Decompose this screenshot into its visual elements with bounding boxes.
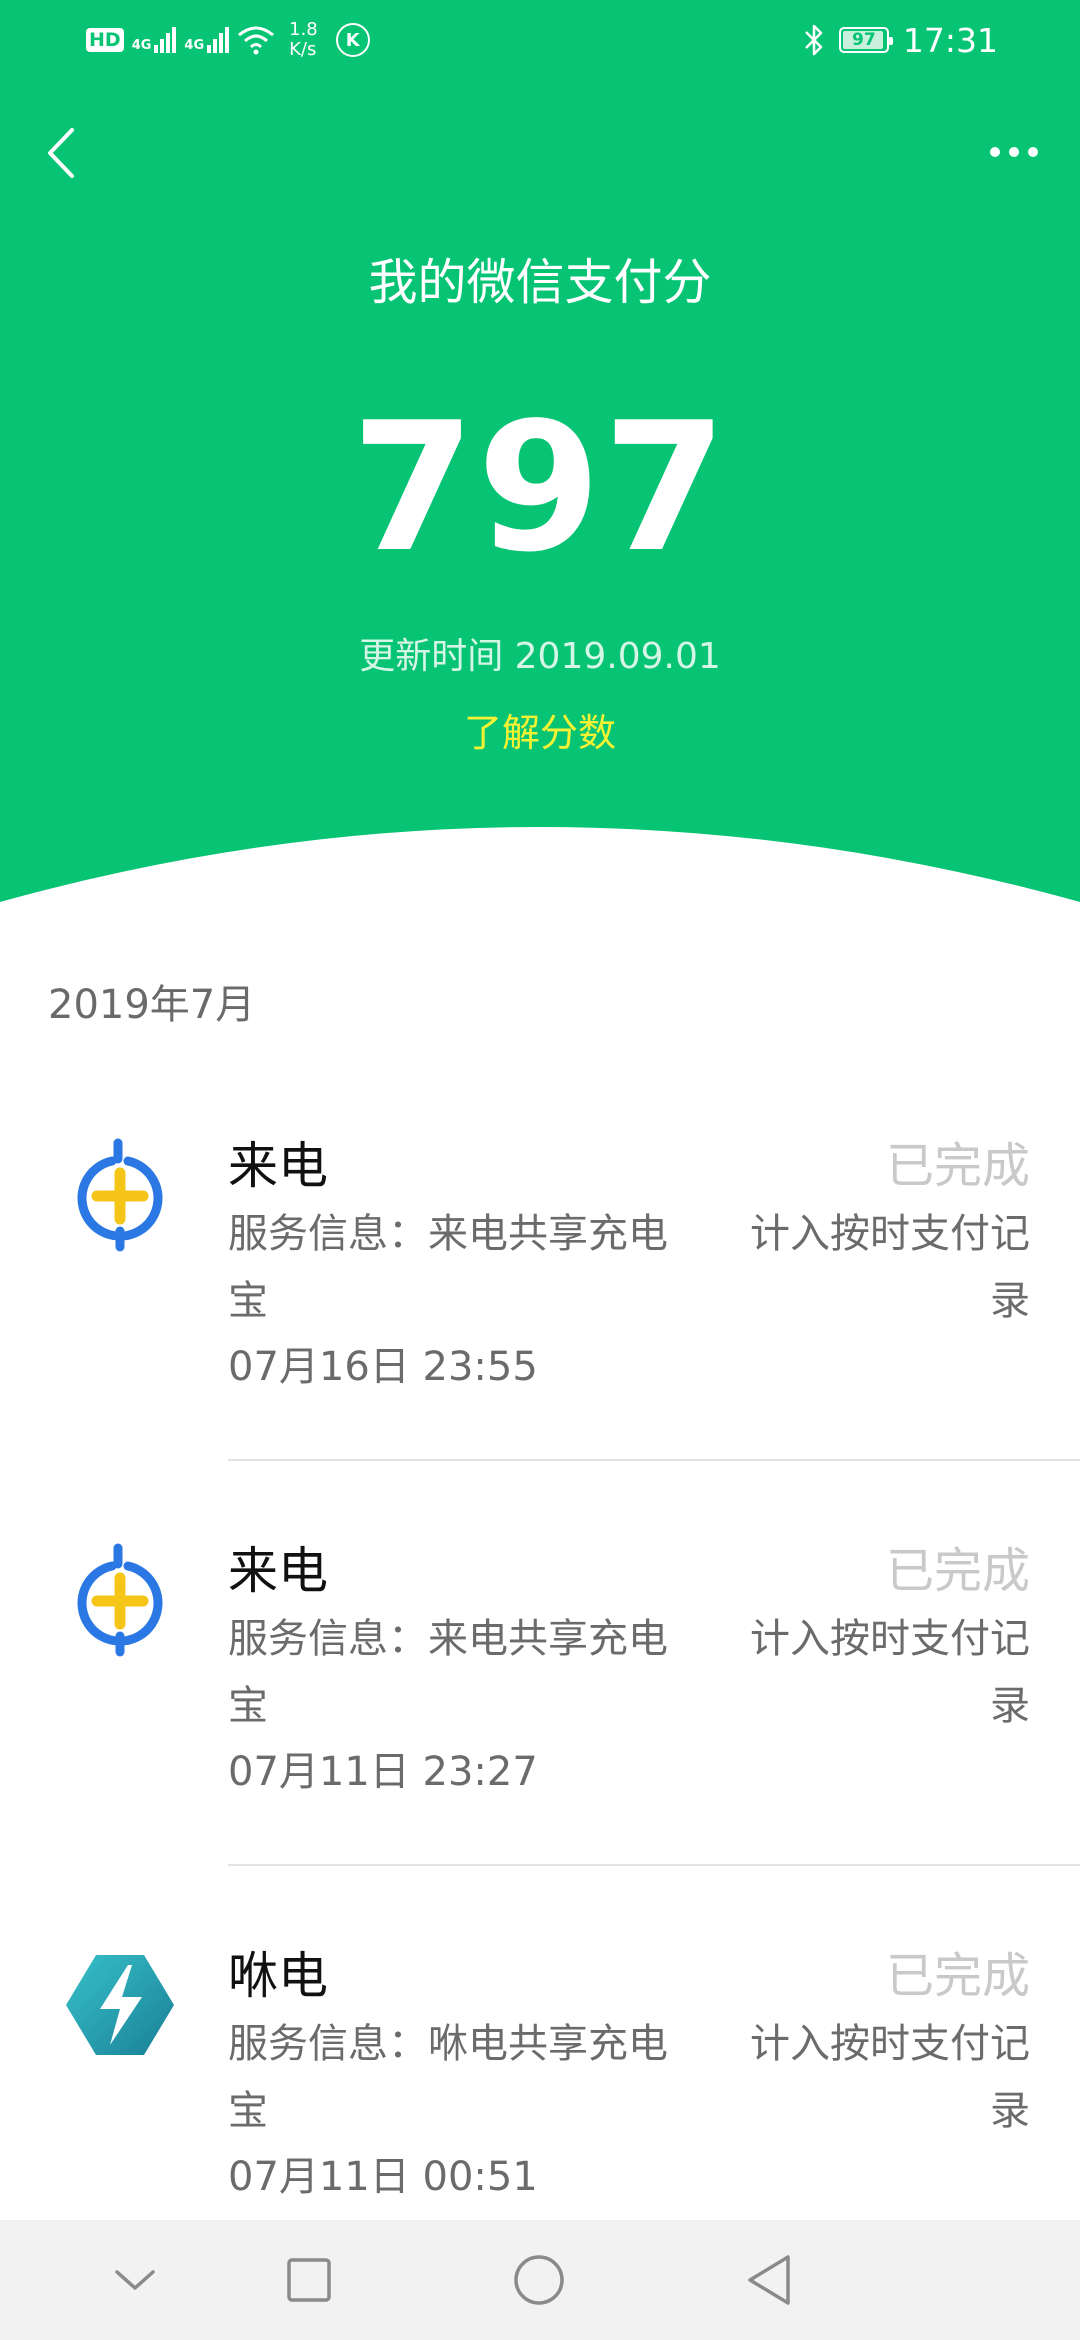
battery-icon: 97	[838, 27, 893, 53]
signal-icon: 4G	[132, 27, 177, 53]
system-nav-bar	[0, 2220, 1080, 2340]
status-bar: HD 4G 4G 1.8 K/s K 97 17:31	[0, 0, 1080, 80]
record-time: 07月11日 23:27	[228, 1749, 538, 1795]
status-badge: 已完成	[885, 1948, 1030, 2004]
dot-icon	[1009, 147, 1019, 157]
hd-badge: HD	[86, 28, 124, 52]
dot-icon	[990, 147, 1000, 157]
clock: 17:31	[902, 20, 998, 60]
more-options-button[interactable]	[982, 130, 1046, 174]
laidian-plus-icon	[77, 1138, 163, 1252]
month-header: 2019年7月	[48, 982, 256, 1028]
collapse-button[interactable]	[105, 2250, 165, 2310]
wifi-icon	[238, 26, 275, 55]
network-speed: 1.8 K/s	[289, 19, 318, 60]
service-info: 服务信息：来电共享充电 宝	[228, 1616, 668, 1729]
laidian-plus-icon	[77, 1543, 163, 1657]
circle-home-icon	[514, 2255, 564, 2305]
payment-note: 计入按时支付记 录	[750, 1211, 1030, 1324]
signal-icon: 4G	[184, 27, 230, 53]
payment-note: 计入按时支付记 录	[750, 1616, 1030, 1729]
bluetooth-icon	[805, 24, 823, 56]
record-time: 07月16日 23:55	[228, 1344, 538, 1390]
status-badge: 已完成	[885, 1543, 1030, 1599]
update-time: 更新时间 2019.09.01	[359, 636, 721, 677]
home-button[interactable]	[509, 2250, 569, 2310]
chevron-down-icon	[115, 2270, 155, 2290]
page-title: 我的微信支付分	[368, 254, 712, 311]
square-icon	[287, 2258, 331, 2302]
service-info: 服务信息：来电共享充电 宝	[228, 1211, 668, 1324]
list-item[interactable]: 来电 已完成 服务信息：来电共享充电 宝 计入按时支付记 录 07月16日 23…	[0, 1105, 1080, 1510]
recents-button[interactable]	[279, 2250, 339, 2310]
merchant-name: 来电	[228, 1542, 328, 1600]
record-time: 07月11日 00:51	[228, 2154, 538, 2200]
merchant-name: 咻电	[228, 1947, 328, 2005]
dot-icon	[1028, 147, 1038, 157]
divider	[228, 1459, 1080, 1461]
status-badge: 已完成	[885, 1138, 1030, 1194]
payment-note: 计入按时支付记 录	[750, 2021, 1030, 2134]
triangle-back-icon	[748, 2255, 790, 2305]
chevron-left-icon	[48, 128, 74, 178]
service-info: 服务信息：咻电共享充电 宝	[228, 2021, 668, 2134]
back-nav-button[interactable]	[739, 2250, 799, 2310]
divider	[228, 1864, 1080, 1866]
credit-score: 797	[351, 384, 729, 591]
k-app-icon: K	[335, 23, 370, 57]
learn-score-link[interactable]: 了解分数	[0, 706, 1080, 760]
list-item[interactable]: 来电 已完成 服务信息：来电共享充电 宝 计入按时支付记 录 07月11日 23…	[0, 1510, 1080, 1915]
merchant-name: 来电	[228, 1137, 328, 1195]
back-button[interactable]	[36, 120, 86, 186]
lightning-icon	[66, 1955, 174, 2055]
